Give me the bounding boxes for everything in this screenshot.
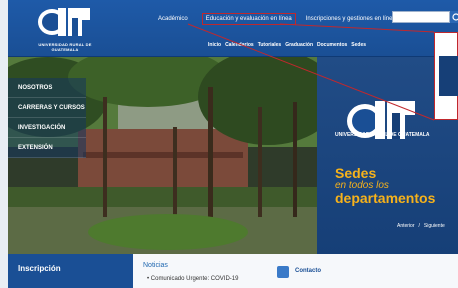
contact-link[interactable]: Contacto [295, 268, 321, 274]
inscripcion-label: Inscripción [18, 264, 61, 273]
inscripcion-box[interactable]: Inscripción [8, 254, 133, 288]
search-input[interactable] [392, 11, 450, 23]
menu-investigacion[interactable]: INVESTIGACIÓN [8, 118, 86, 138]
contact-icon [277, 266, 289, 278]
nav-academico[interactable]: Académico [158, 16, 188, 22]
banner-logo [347, 101, 415, 139]
menu-extension[interactable]: EXTENSIÓN [8, 138, 86, 158]
news-section: Noticias • Comunicado Urgente: COVID-19 … [133, 254, 458, 288]
university-logo[interactable]: UNIVERSIDAD RURAL DE GUATEMALA [30, 4, 100, 52]
nav-inscripciones[interactable]: Inscripciones y gestiones en línea [306, 16, 396, 22]
site-header: UNIVERSIDAD RURAL DE GUATEMALA Académico… [8, 0, 458, 57]
subnav-calendarios[interactable]: Calendarios [225, 42, 254, 50]
slide-separator: / [418, 223, 420, 229]
news-title[interactable]: Noticias [143, 262, 168, 269]
top-nav: Académico Educación y evaluación en líne… [158, 13, 396, 25]
left-menu: NOSOTROS CARRERAS Y CURSOS INVESTIGACIÓN… [8, 78, 86, 158]
subnav-sedes[interactable]: Sedes [351, 42, 366, 50]
search-button[interactable] [450, 11, 458, 23]
banner-headline: Sedes [335, 165, 377, 181]
menu-carreras-cursos[interactable]: CARRERAS Y CURSOS [8, 98, 86, 118]
prev-slide-button[interactable]: Anterior [397, 223, 415, 229]
subnav-graduacion[interactable]: Graduación [285, 42, 313, 50]
subnav-documentos[interactable]: Documentos [317, 42, 347, 50]
next-slide-button[interactable]: Siguiente [424, 223, 445, 229]
subnav-inicio[interactable]: Inicio [208, 42, 221, 50]
menu-nosotros[interactable]: NOSOTROS [8, 78, 86, 98]
banner-headline-2: departamentos [335, 190, 436, 206]
subnav-tutoriales[interactable]: Tutoriales [258, 42, 282, 50]
slide-controls: Anterior / Siguiente [397, 223, 445, 229]
banner-university-name: UNIVERSIDAD RURAL DE GUATEMALA [335, 132, 430, 138]
nav-educacion-en-linea[interactable]: Educación y evaluación en línea [201, 13, 296, 25]
university-name: UNIVERSIDAD RURAL DE GUATEMALA [38, 42, 92, 52]
magnified-callout-content [439, 56, 458, 96]
sub-nav: Inicio Calendarios Tutoriales Graduación… [208, 42, 366, 50]
news-item[interactable]: • Comunicado Urgente: COVID-19 [147, 276, 238, 282]
search-icon [452, 13, 458, 21]
